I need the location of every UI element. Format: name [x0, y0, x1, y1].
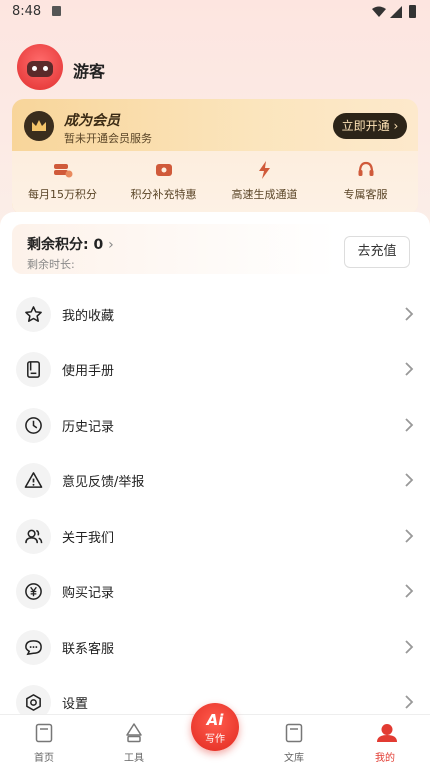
open-vip-button[interactable]: 立即开通 ›: [333, 113, 407, 139]
nav-label: 首页: [34, 753, 54, 764]
menu-label: 关于我们: [62, 531, 115, 546]
menu-item-support[interactable]: 联系客服: [0, 620, 430, 675]
chevron-right-icon: [405, 640, 414, 654]
nav-tools[interactable]: 工具: [91, 715, 177, 765]
ai-logo: Ai: [206, 711, 224, 729]
recharge-button[interactable]: 去充值: [344, 236, 410, 268]
menu-item-favorites[interactable]: 我的收藏: [0, 287, 430, 342]
people-icon: [16, 519, 51, 554]
perk-label: 专属客服: [343, 188, 388, 201]
perk-fast-channel: 高速生成通道: [214, 151, 315, 215]
star-icon: [16, 297, 51, 332]
menu-item-about[interactable]: 关于我们: [0, 509, 430, 564]
chevron-right-icon: ›: [393, 119, 399, 133]
clock-icon: [16, 408, 51, 443]
perk-label: 高速生成通道: [231, 188, 298, 201]
menu-label: 设置: [62, 697, 89, 712]
chevron-right-icon: [405, 307, 414, 321]
chat-icon: [16, 630, 51, 665]
menu-item-manual[interactable]: 使用手册: [0, 342, 430, 397]
status-time: 8:48: [12, 4, 42, 19]
profile-icon: [377, 724, 397, 742]
crown-icon: [24, 111, 54, 141]
perk-monthly-points: 每月15万积分: [12, 151, 113, 215]
menu-label: 购买记录: [62, 586, 115, 601]
perk-label: 每月15万积分: [28, 188, 97, 201]
signal-icon: [390, 6, 402, 18]
headset-icon: [358, 161, 374, 176]
chevron-right-icon: [405, 529, 414, 543]
open-vip-label: 立即开通: [341, 119, 390, 133]
eye-icon: [43, 66, 48, 71]
battery-icon: [409, 5, 416, 18]
robot-face-icon: [27, 61, 53, 77]
vip-perks: 每月15万积分 积分补充特惠 高速生成通道 专属客服: [12, 151, 418, 215]
manual-icon: [16, 352, 51, 387]
wifi-icon: [372, 6, 386, 17]
pen-nib-icon: [126, 723, 142, 743]
chevron-right-icon: ›: [108, 237, 114, 253]
username[interactable]: 游客: [73, 58, 105, 82]
library-icon: [285, 723, 303, 743]
nav-label: 我的: [375, 753, 395, 764]
chevron-right-icon: [405, 362, 414, 376]
vip-subtitle: 暂未开通会员服务: [64, 132, 152, 145]
home-icon: [35, 723, 53, 743]
points-label-text: 剩余积分:: [27, 237, 89, 253]
perk-label: 积分补充特惠: [130, 188, 197, 201]
points-label: 剩余积分: 0 ›: [27, 234, 114, 254]
chevron-right-icon: [405, 695, 414, 709]
nav-label: 工具: [124, 753, 144, 764]
menu-label: 我的收藏: [62, 309, 115, 324]
avatar[interactable]: [17, 44, 63, 90]
chevron-right-icon: [405, 584, 414, 598]
points-value: 0: [93, 237, 104, 253]
lightning-icon: [259, 161, 270, 179]
write-button[interactable]: Ai 写作: [191, 703, 239, 751]
vip-card[interactable]: 成为会员 暂未开通会员服务 立即开通 › 每月15万积分 积分补充特惠 高速生成…: [12, 99, 418, 215]
menu-label: 使用手册: [62, 364, 115, 379]
vip-title: 成为会员: [64, 113, 120, 129]
perk-points-deal: 积分补充特惠: [113, 151, 214, 215]
chevron-right-icon: [405, 473, 414, 487]
nav-library[interactable]: 文库: [251, 715, 337, 765]
yuan-icon: [16, 574, 51, 609]
menu-item-feedback[interactable]: 意见反馈/举报: [0, 453, 430, 508]
notification-icon: [52, 6, 61, 16]
nav-home[interactable]: 首页: [1, 715, 87, 765]
status-bar: 8:48: [0, 0, 430, 26]
coins-icon: [54, 164, 73, 178]
eye-icon: [32, 66, 37, 71]
warning-icon: [16, 463, 51, 498]
chevron-right-icon: [405, 418, 414, 432]
menu-item-history[interactable]: 历史记录: [0, 398, 430, 453]
perk-support: 专属客服: [315, 151, 416, 215]
menu-label: 意见反馈/举报: [62, 475, 145, 490]
menu-item-purchase[interactable]: 购买记录: [0, 564, 430, 619]
nav-label: 文库: [284, 753, 304, 764]
nav-mine[interactable]: 我的: [342, 715, 428, 765]
menu-label: 历史记录: [62, 420, 115, 435]
remaining-time-label: 剩余时长:: [27, 258, 75, 271]
write-label: 写作: [205, 734, 225, 745]
ticket-icon: [156, 164, 172, 176]
menu-label: 联系客服: [62, 642, 115, 657]
